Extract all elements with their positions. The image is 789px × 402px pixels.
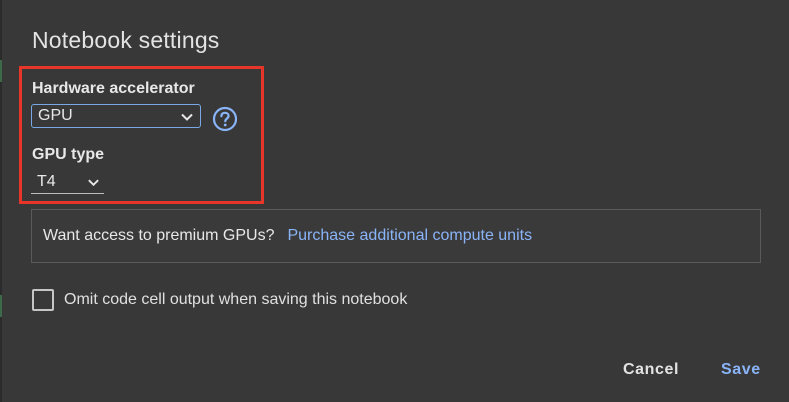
cancel-button[interactable]: Cancel (623, 361, 679, 379)
chevron-down-icon (181, 113, 193, 121)
save-button[interactable]: Save (721, 361, 761, 379)
omit-output-label[interactable]: Omit code cell output when saving this n… (64, 291, 407, 309)
help-circle-icon[interactable] (212, 106, 238, 132)
purchase-compute-units-link[interactable]: Purchase additional compute units (287, 227, 532, 245)
omit-output-checkbox[interactable] (32, 289, 54, 311)
promo-text: Want access to premium GPUs? (43, 227, 275, 244)
hardware-accelerator-value: GPU (38, 107, 73, 124)
edge-accent (0, 60, 2, 82)
notebook-settings-dialog: Notebook settings Hardware accelerator G… (0, 0, 789, 402)
edge-accent (0, 295, 2, 317)
gpu-type-label: GPU type (32, 146, 105, 163)
hardware-accelerator-label: Hardware accelerator (32, 80, 195, 97)
gpu-type-select[interactable]: T4 (31, 170, 104, 194)
premium-gpu-promo: Want access to premium GPUs? Purchase ad… (31, 209, 761, 263)
hardware-accelerator-select[interactable]: GPU (31, 104, 201, 128)
background-edge (0, 0, 2, 402)
gpu-type-value: T4 (37, 172, 56, 190)
chevron-down-icon (88, 179, 99, 187)
dialog-title: Notebook settings (32, 27, 220, 53)
